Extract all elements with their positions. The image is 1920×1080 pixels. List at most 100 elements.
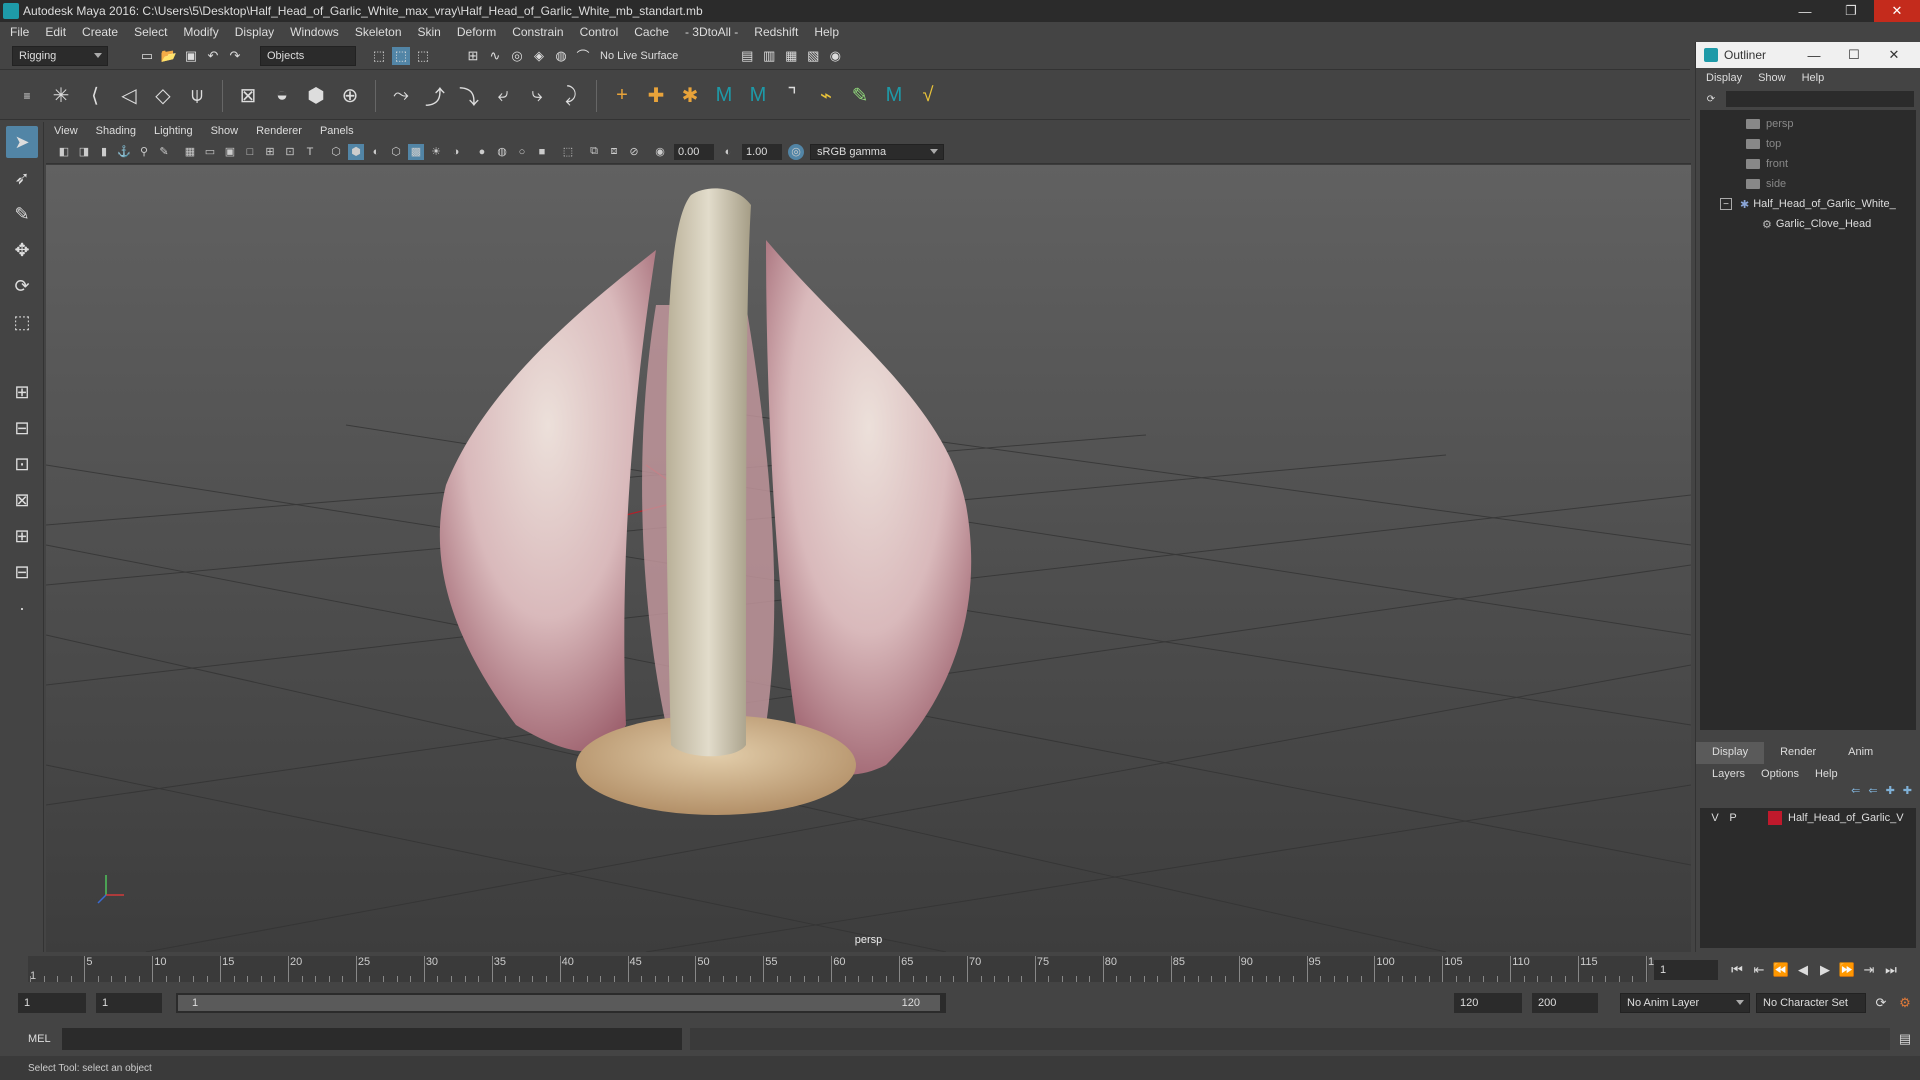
- view-transform-dropdown[interactable]: sRGB gamma: [810, 143, 944, 160]
- outliner-item-top[interactable]: top: [1700, 134, 1916, 154]
- outliner-item-front[interactable]: front: [1700, 154, 1916, 174]
- menu-deform[interactable]: Deform: [457, 25, 496, 39]
- safe-title-icon[interactable]: T: [302, 144, 318, 160]
- anti-aliasing-icon[interactable]: ○: [514, 144, 530, 160]
- render-view-icon[interactable]: ▥: [760, 47, 778, 65]
- joint-tool-icon[interactable]: ✳: [47, 82, 75, 110]
- screen-space-ao-icon[interactable]: ●: [474, 144, 490, 160]
- safe-action-icon[interactable]: ⊡: [282, 144, 298, 160]
- step-back-key-icon[interactable]: ⇤: [1750, 961, 1768, 979]
- grid-icon[interactable]: ▦: [182, 144, 198, 160]
- xray-active-icon[interactable]: ⧈: [606, 144, 622, 160]
- maya-logo-icon[interactable]: M: [744, 82, 772, 110]
- outliner-persp-icon[interactable]: ⊠: [6, 484, 38, 516]
- script-editor-icon[interactable]: ▤: [1896, 1030, 1914, 1048]
- four-view-icon[interactable]: ⊟: [6, 412, 38, 444]
- play-backward-icon[interactable]: ◀: [1794, 961, 1812, 979]
- shelf-menu-icon[interactable]: ≡: [13, 82, 41, 110]
- shadows-icon[interactable]: ◑: [448, 144, 464, 160]
- outliner-item-group[interactable]: − ✱ Half_Head_of_Garlic_White_: [1700, 194, 1916, 214]
- menu-file[interactable]: File: [10, 25, 29, 39]
- magnet-icon[interactable]: ⌒: [574, 47, 592, 65]
- menu-help[interactable]: Help: [814, 25, 839, 39]
- menu-3dtoall[interactable]: - 3DtoAll -: [685, 25, 738, 39]
- copy-weights-icon[interactable]: ⤸: [557, 82, 585, 110]
- maya-logo-icon[interactable]: M: [880, 82, 908, 110]
- command-input[interactable]: [62, 1028, 682, 1050]
- color-management-icon[interactable]: ◎: [788, 143, 804, 160]
- ipr-render-icon[interactable]: ▦: [782, 47, 800, 65]
- animation-preferences-icon[interactable]: ⚙: [1896, 994, 1914, 1012]
- layer-color-swatch[interactable]: [1768, 811, 1782, 825]
- camera-icon[interactable]: ◧: [56, 144, 72, 160]
- panel-menu-show[interactable]: Show: [211, 125, 239, 137]
- character-set-dropdown[interactable]: No Character Set: [1756, 993, 1866, 1013]
- outliner-item-persp[interactable]: persp: [1700, 114, 1916, 134]
- outliner-menu-show[interactable]: Show: [1758, 72, 1786, 84]
- layer-menu-layers[interactable]: Layers: [1712, 768, 1745, 780]
- humanik-icon[interactable]: ⍦: [183, 82, 211, 110]
- 2d-pan-zoom-icon[interactable]: ⚲: [136, 144, 152, 160]
- tab-anim[interactable]: Anim: [1832, 742, 1889, 764]
- layer-menu-options[interactable]: Options: [1761, 768, 1799, 780]
- gamma-field[interactable]: 1.00: [742, 143, 782, 160]
- lasso-tool-icon[interactable]: ➶: [6, 162, 38, 194]
- cluster-icon[interactable]: ◒: [268, 82, 296, 110]
- redo-icon[interactable]: ↷: [226, 47, 244, 65]
- panel-menu-shading[interactable]: Shading: [96, 125, 136, 137]
- hypershade-icon[interactable]: ◉: [826, 47, 844, 65]
- rigid-bind-icon[interactable]: ⤵: [455, 82, 483, 110]
- ik-handle-icon[interactable]: ⟨: [81, 82, 109, 110]
- sculpt-deformer-icon[interactable]: ⊕: [336, 82, 364, 110]
- menu-control[interactable]: Control: [580, 25, 619, 39]
- outliner-close-button[interactable]: ✕: [1874, 42, 1914, 68]
- step-forward-key-icon[interactable]: ⇥: [1860, 961, 1878, 979]
- scale-tool-icon[interactable]: ⬚: [6, 306, 38, 338]
- menu-skeleton[interactable]: Skeleton: [355, 25, 402, 39]
- refresh-icon[interactable]: ⟳: [1704, 92, 1718, 106]
- outliner-search-input[interactable]: [1726, 91, 1914, 107]
- check-icon[interactable]: √: [914, 82, 942, 110]
- panel-menu-lighting[interactable]: Lighting: [154, 125, 193, 137]
- tab-display[interactable]: Display: [1696, 742, 1765, 764]
- mirror-weights-icon[interactable]: ⤷: [523, 82, 551, 110]
- xray-icon[interactable]: ⧉: [586, 144, 602, 160]
- animation-end-field[interactable]: 200: [1532, 993, 1598, 1013]
- rotate-tool-icon[interactable]: ⟳: [6, 270, 38, 302]
- new-scene-icon[interactable]: ▭: [138, 47, 156, 65]
- isolate-select-icon[interactable]: ⬚: [560, 144, 576, 160]
- exposure-icon[interactable]: ◉: [652, 144, 668, 160]
- selection-mode-dropdown[interactable]: Objects: [260, 45, 356, 66]
- hypershade-persp-icon[interactable]: ⊟: [6, 556, 38, 588]
- two-view-icon[interactable]: ⊡: [6, 448, 38, 480]
- restore-button[interactable]: ❐: [1828, 0, 1874, 22]
- select-by-hierarchy-icon[interactable]: ⬚: [370, 47, 388, 65]
- paint-weights-icon[interactable]: ⤶: [489, 82, 517, 110]
- smooth-shade-icon[interactable]: ⬢: [348, 143, 364, 160]
- snap-point-icon[interactable]: ◎: [508, 47, 526, 65]
- snap-grid-icon[interactable]: ⊞: [464, 47, 482, 65]
- menu-constrain[interactable]: Constrain: [512, 25, 563, 39]
- layer-playback-toggle[interactable]: P: [1726, 812, 1740, 824]
- go-to-start-icon[interactable]: ⏮: [1728, 961, 1746, 979]
- outliner-item-side[interactable]: side: [1700, 174, 1916, 194]
- menuset-dropdown[interactable]: Rigging: [12, 45, 108, 66]
- smooth-bind-icon[interactable]: ⤴: [421, 82, 449, 110]
- save-scene-icon[interactable]: ▣: [182, 47, 200, 65]
- snap-curve-icon[interactable]: ∿: [486, 47, 504, 65]
- panel-menu-panels[interactable]: Panels: [320, 125, 354, 137]
- exposure-field[interactable]: 0.00: [674, 143, 714, 160]
- menu-windows[interactable]: Windows: [290, 25, 339, 39]
- single-view-icon[interactable]: ⊞: [6, 376, 38, 408]
- panel-menu-renderer[interactable]: Renderer: [256, 125, 302, 137]
- close-button[interactable]: ✕: [1874, 0, 1920, 22]
- anim-layer-dropdown[interactable]: No Anim Layer: [1620, 993, 1750, 1013]
- current-frame-field[interactable]: 1: [1654, 960, 1718, 980]
- menu-skin[interactable]: Skin: [418, 25, 441, 39]
- more-layouts-icon[interactable]: ·: [6, 592, 38, 624]
- layer-row[interactable]: V P Half_Head_of_Garlic_V: [1700, 808, 1916, 828]
- menu-create[interactable]: Create: [82, 25, 118, 39]
- open-scene-icon[interactable]: 📂: [160, 47, 178, 65]
- collapse-icon[interactable]: −: [1720, 198, 1732, 210]
- motion-blur-icon[interactable]: ◍: [494, 144, 510, 160]
